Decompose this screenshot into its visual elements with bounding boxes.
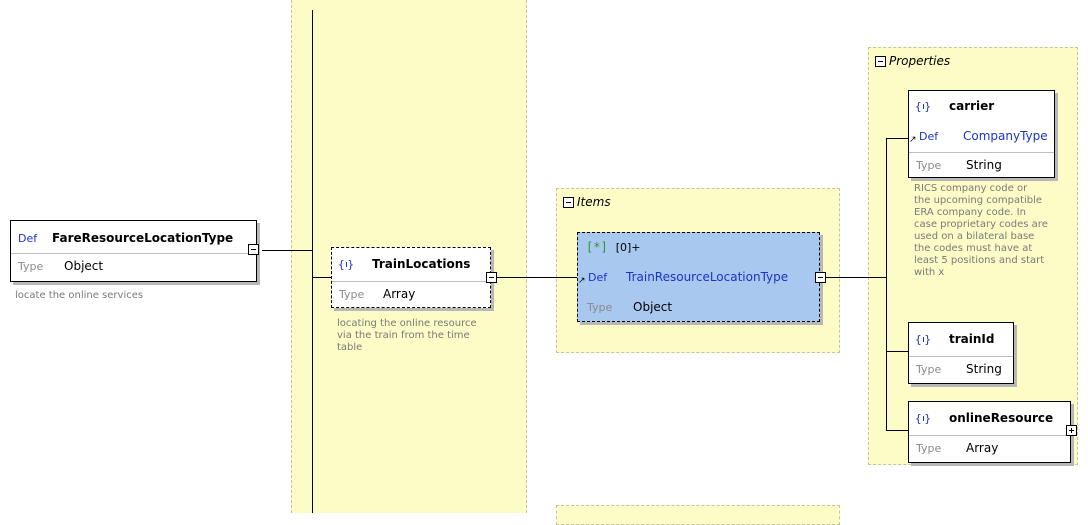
element-icon: {}: [915, 99, 931, 113]
type-value: String: [966, 158, 1002, 172]
trainid-name: trainId: [949, 332, 995, 346]
root-type-name: FareResourceLocationType: [52, 231, 234, 245]
properties-header[interactable]: Properties: [875, 54, 950, 68]
def-label: Def: [18, 231, 38, 245]
trainlocations-node[interactable]: {} TrainLocations Type Array: [331, 247, 491, 308]
element-icon: {}: [338, 257, 354, 271]
type-value: String: [966, 362, 1002, 376]
carrier-name: carrier: [949, 99, 995, 113]
type-value: Array: [383, 287, 416, 301]
collapse-toggle-items-node[interactable]: [815, 272, 826, 283]
type-label: Type: [587, 300, 613, 314]
trainlocations-name: TrainLocations: [372, 257, 471, 271]
onlineresource-name: onlineResource: [949, 411, 1054, 425]
def-label: Def: [919, 129, 939, 143]
trainid-node[interactable]: {} trainId Type String: [908, 322, 1014, 384]
type-label: Type: [18, 259, 44, 273]
collapse-toggle-root[interactable]: [248, 244, 259, 255]
reference-arrow-icon: ↗: [578, 276, 586, 286]
connector-root: [262, 250, 312, 251]
connector-trainid: [886, 351, 908, 352]
reference-arrow-icon: ↗: [909, 135, 917, 145]
connector-properties: [826, 277, 886, 278]
array-vertical-line: [312, 10, 313, 513]
collapse-toggle-properties[interactable]: [875, 55, 886, 67]
items-node[interactable]: [*] [0]+ Def TrainResourceLocationType T…: [577, 232, 820, 322]
expand-toggle-onlineresource[interactable]: [1066, 425, 1077, 436]
type-value: Array: [966, 441, 999, 455]
type-value: Object: [64, 259, 104, 273]
root-type-node[interactable]: Def FareResourceLocationType Type Object: [10, 220, 257, 282]
root-description: locate the online services: [15, 290, 144, 301]
carrier-node[interactable]: {} carrier Def CompanyType Type String: [908, 90, 1055, 178]
onlineresource-node[interactable]: {} onlineResource Type Array: [908, 401, 1071, 463]
connector-carrier: [886, 138, 908, 139]
trainlocations-description: locating the online resource via the tra…: [337, 318, 477, 353]
index-label: [0]+: [615, 240, 641, 254]
type-label: Type: [339, 287, 365, 301]
collapse-toggle-trainlocations[interactable]: [486, 272, 497, 283]
type-label: Type: [916, 441, 942, 455]
element-icon: {}: [915, 332, 931, 346]
array-item-icon: [*]: [586, 240, 608, 254]
carrier-description: RICS company code or the upcoming compat…: [914, 183, 1048, 278]
items-header[interactable]: Items: [563, 195, 611, 209]
items-region-lower: [556, 505, 840, 525]
type-label: Type: [916, 158, 942, 172]
def-value[interactable]: CompanyType: [963, 129, 1048, 143]
def-value[interactable]: TrainResourceLocationType: [626, 270, 788, 284]
type-label: Type: [916, 362, 942, 376]
connector-onlineresource: [886, 430, 908, 431]
connector-items: [497, 277, 577, 278]
type-value: Object: [633, 300, 673, 314]
element-icon: {}: [915, 411, 931, 425]
connector-trainlocations: [312, 277, 331, 278]
properties-vertical-line: [886, 138, 887, 430]
collapse-toggle-items[interactable]: [563, 196, 574, 208]
